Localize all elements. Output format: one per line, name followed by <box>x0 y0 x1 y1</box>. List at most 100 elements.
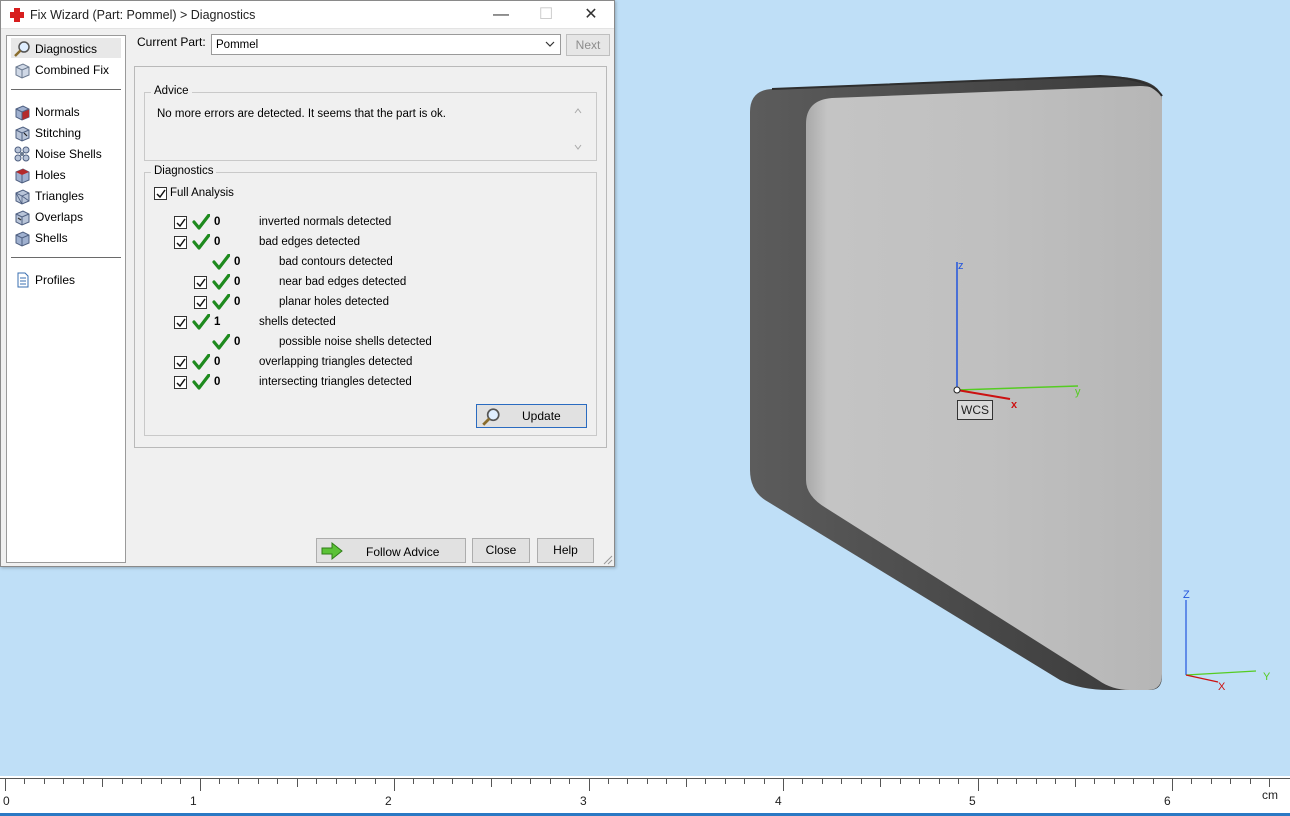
checkmark-icon <box>176 218 186 228</box>
ruler-tick <box>958 779 959 784</box>
wcs-x-label: x <box>1011 399 1018 411</box>
document-icon <box>17 272 29 288</box>
ruler-tick <box>627 779 628 784</box>
advice-scrollbar[interactable] <box>571 105 585 153</box>
ruler-tick <box>491 779 492 787</box>
sidebar-item-diagnostics[interactable]: Diagnostics <box>11 38 121 58</box>
ruler-tick <box>822 779 823 784</box>
sidebar-item-label: Overlaps <box>35 210 84 224</box>
sidebar-item-normals[interactable]: Normals <box>11 101 121 121</box>
diagnostic-count: 0 <box>234 276 241 288</box>
ruler-tick <box>180 779 181 784</box>
title-bar[interactable]: Fix Wizard (Part: Pommel) > Diagnostics … <box>1 1 614 29</box>
sidebar-item-shells[interactable]: Shells <box>11 227 121 247</box>
diagnostic-checkbox[interactable] <box>174 236 187 249</box>
ruler-tick <box>83 779 84 784</box>
diagnostic-label: bad contours detected <box>279 256 393 268</box>
noise-shells-icon <box>14 146 30 162</box>
diagnostic-checkbox[interactable] <box>174 216 187 229</box>
sidebar-item-label: Stitching <box>35 126 82 140</box>
checkmark-icon <box>196 278 206 288</box>
sidebar-divider <box>11 257 121 258</box>
maximize-button[interactable]: ☐ <box>523 1 569 29</box>
ruler-label-5: 5 <box>969 794 976 808</box>
green-check-icon <box>192 373 211 390</box>
close-button[interactable]: Close <box>472 538 530 563</box>
ruler-label-6: 6 <box>1164 794 1171 808</box>
ruler-tick <box>569 779 570 784</box>
follow-advice-label: Follow Advice <box>366 545 440 559</box>
diagnostic-label: intersecting triangles detected <box>259 376 412 388</box>
diagnostic-label: inverted normals detected <box>259 216 392 228</box>
chevron-down-icon <box>545 41 555 47</box>
triangles-cube-icon <box>15 189 30 205</box>
ruler-label-0: 0 <box>3 794 10 808</box>
close-window-button[interactable]: ✕ <box>568 1 614 29</box>
sidebar-item-overlaps[interactable]: Overlaps <box>11 206 121 226</box>
sidebar-item-stitching[interactable]: Stitching <box>11 122 121 142</box>
ruler-tick <box>297 779 298 787</box>
ruler-label-1: 1 <box>190 794 197 808</box>
ruler-tick <box>1036 779 1037 784</box>
ruler-tick <box>861 779 862 784</box>
follow-advice-button[interactable]: Follow Advice <box>316 538 466 563</box>
diagnostic-checkbox[interactable] <box>174 376 187 389</box>
checkmark-icon <box>196 298 206 308</box>
green-check-icon <box>212 293 231 310</box>
sidebar-item-label: Shells <box>35 231 68 245</box>
diagnostic-count: 0 <box>214 216 221 228</box>
magnifier-icon <box>14 41 30 57</box>
overlaps-cube-icon <box>15 210 30 226</box>
ruler-tick <box>1269 779 1270 787</box>
ruler-tick <box>200 779 201 791</box>
ruler-tick <box>608 779 609 784</box>
sidebar-item-holes[interactable]: Holes <box>11 164 121 184</box>
corner-z-label: Z <box>1183 589 1190 601</box>
ruler-tick <box>336 779 337 784</box>
current-part-select[interactable]: Pommel <box>211 34 561 55</box>
sidebar-item-noise-shells[interactable]: Noise Shells <box>11 143 121 163</box>
resize-grip-icon[interactable] <box>601 553 613 565</box>
sidebar-item-triangles[interactable]: Triangles <box>11 185 121 205</box>
sidebar-item-combined-fix[interactable]: Combined Fix <box>11 59 121 79</box>
sidebar-item-label: Noise Shells <box>35 147 102 161</box>
wcs-z-label: z <box>958 260 964 272</box>
ruler-tick <box>530 779 531 784</box>
ruler-tick <box>744 779 745 784</box>
ruler-tick <box>1055 779 1056 784</box>
diagnostic-checkbox[interactable] <box>194 296 207 309</box>
green-check-icon <box>212 333 231 350</box>
ruler-tick <box>258 779 259 784</box>
fix-wizard-window: Fix Wizard (Part: Pommel) > Diagnostics … <box>0 0 615 567</box>
ruler-tick <box>472 779 473 784</box>
ruler-label-2: 2 <box>385 794 392 808</box>
help-button[interactable]: Help <box>537 538 594 563</box>
shells-cube-icon <box>15 231 30 247</box>
minimize-button[interactable]: — <box>478 1 524 29</box>
ruler-tick <box>550 779 551 784</box>
ruler-tick <box>1153 779 1154 784</box>
diagnostic-label: planar holes detected <box>279 296 389 308</box>
diagnostic-label: bad edges detected <box>259 236 361 248</box>
wcs-label: WCS <box>957 400 993 420</box>
ruler-tick <box>102 779 103 787</box>
checkmark-icon <box>176 378 186 388</box>
ruler-tick <box>705 779 706 784</box>
diagnostic-checkbox[interactable] <box>174 316 187 329</box>
sidebar-item-profiles[interactable]: Profiles <box>11 269 121 289</box>
ruler-tick <box>394 779 395 791</box>
next-button[interactable]: Next <box>566 34 610 56</box>
current-part-label: Current Part: <box>137 35 206 49</box>
sidebar-item-label: Holes <box>35 168 66 182</box>
ruler-tick <box>1114 779 1115 784</box>
ruler-tick <box>783 779 784 791</box>
ruler-tick <box>939 779 940 784</box>
diagnostic-checkbox[interactable] <box>194 276 207 289</box>
checkmark-icon <box>176 238 186 248</box>
green-check-icon <box>192 213 211 230</box>
update-button[interactable]: Update <box>476 404 587 428</box>
corner-y-axis <box>1185 670 1257 676</box>
magnifier-icon <box>482 408 500 426</box>
diagnostic-checkbox[interactable] <box>174 356 187 369</box>
full-analysis-checkbox[interactable] <box>154 187 167 200</box>
